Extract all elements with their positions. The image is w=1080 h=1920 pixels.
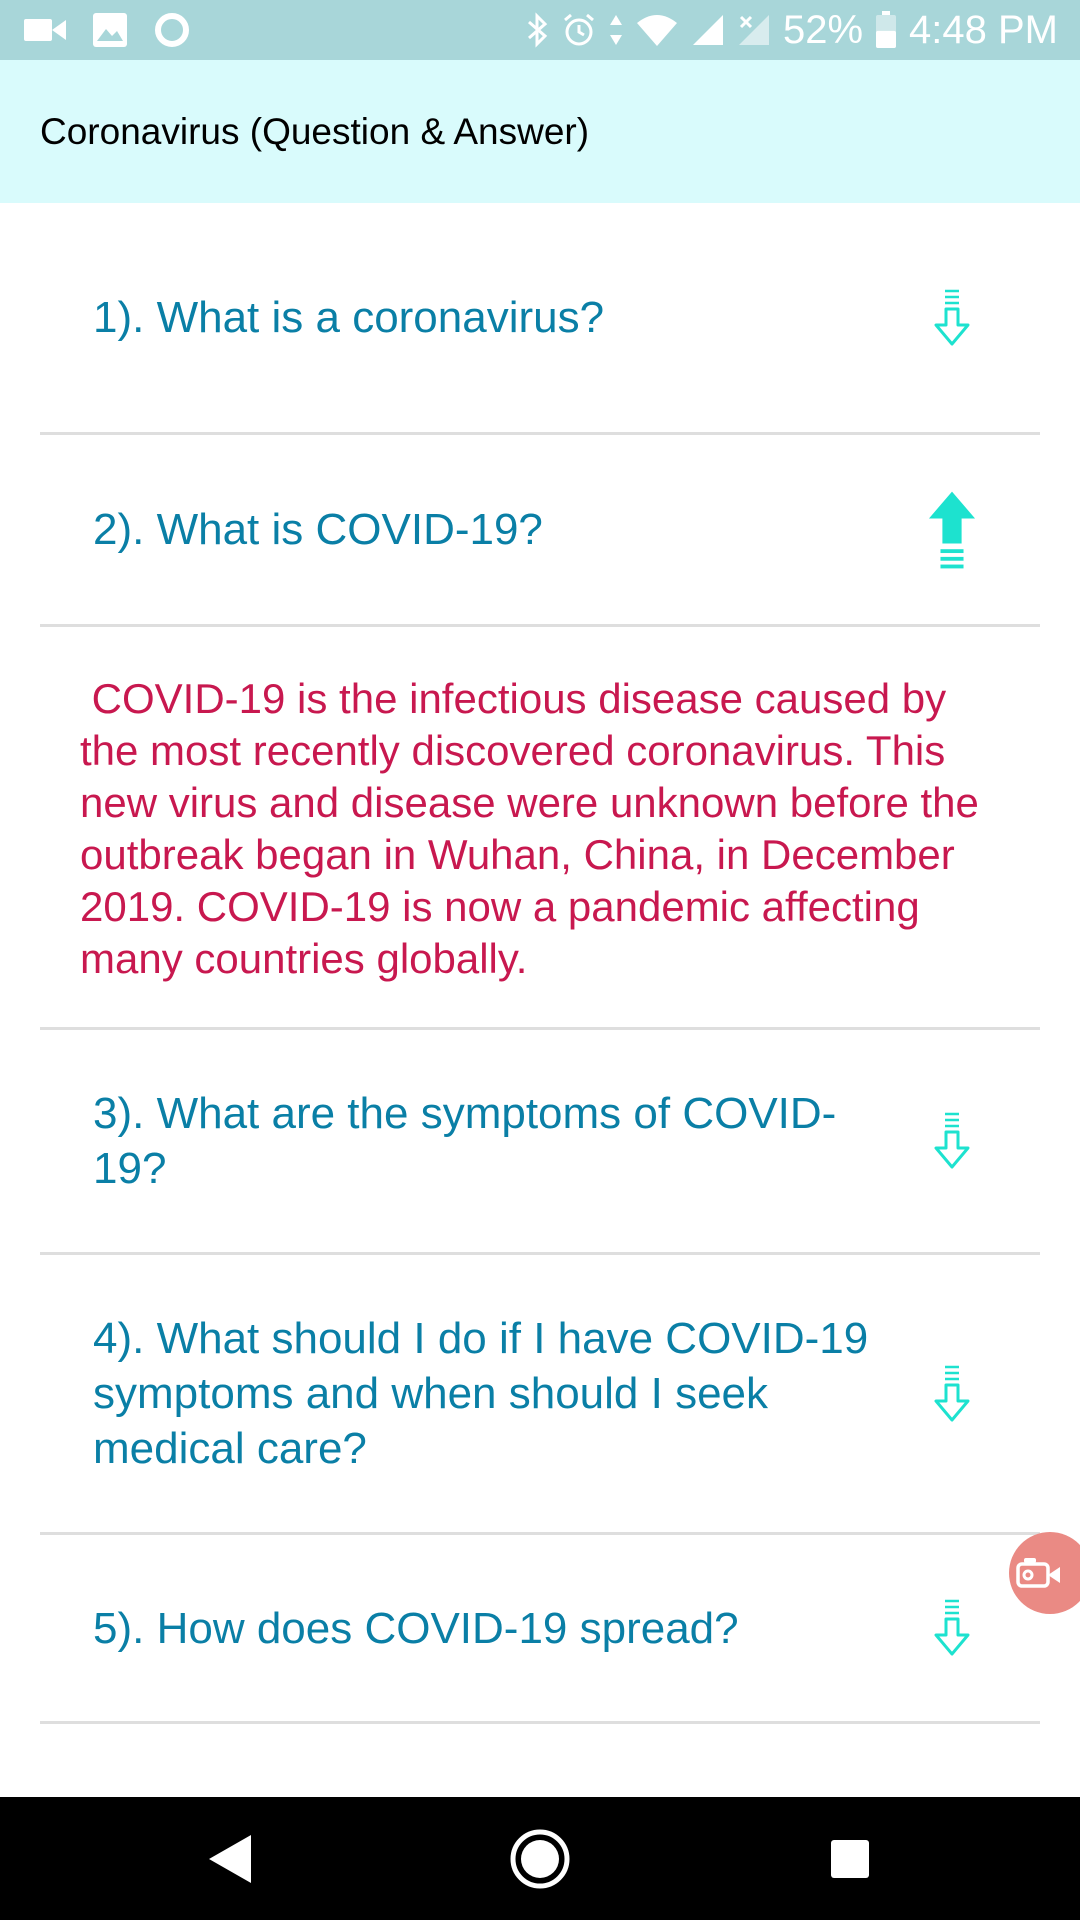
back-button[interactable]	[190, 1797, 270, 1920]
arrow-down-outline-icon[interactable]	[928, 1585, 976, 1671]
clock: 4:48 PM	[909, 8, 1058, 52]
faq-answer-2: COVID-19 is the infectious disease cause…	[80, 675, 991, 982]
faq-question-text: 4). What should I do if I have COVID-19 …	[93, 1314, 869, 1473]
app-bar: Coronavirus (Question & Answer)	[0, 60, 1080, 203]
faq-list: 1). What is a coronavirus? 2). What is C…	[0, 203, 1080, 1724]
faq-item-4: 4). What should I do if I have COVID-19 …	[40, 1255, 1040, 1535]
recents-icon	[831, 1839, 869, 1878]
faq-question-3[interactable]: 3). What are the symptoms of COVID-19?	[40, 1030, 1040, 1252]
faq-question-text: 3). What are the symptoms of COVID-19?	[93, 1089, 837, 1193]
faq-question-text: 5). How does COVID-19 spread?	[93, 1603, 739, 1653]
faq-item-2: 2). What is COVID-19? COVID-19 is the in…	[40, 435, 1040, 1030]
signal-no-sim-icon	[738, 15, 769, 45]
status-bar-left	[24, 0, 190, 60]
home-icon	[510, 1829, 570, 1888]
recents-button[interactable]	[810, 1797, 890, 1920]
navigation-bar	[0, 1797, 1080, 1920]
status-bar: 52% 4:48 PM	[0, 0, 1080, 60]
circle-ring-icon	[155, 13, 189, 47]
battery-percent: 52%	[782, 8, 864, 52]
wifi-icon	[636, 15, 677, 46]
faq-question-4[interactable]: 4). What should I do if I have COVID-19 …	[40, 1255, 1040, 1532]
video-camera-icon	[1016, 1558, 1060, 1588]
faq-question-text: 2). What is COVID-19?	[93, 505, 543, 554]
battery-icon	[876, 11, 897, 48]
home-button[interactable]	[500, 1797, 580, 1920]
image-icon	[93, 13, 127, 47]
arrow-down-outline-icon[interactable]	[928, 1351, 976, 1437]
faq-question-1[interactable]: 1). What is a coronavirus?	[40, 203, 1040, 432]
video-camera-icon	[24, 19, 66, 41]
data-arrows-icon	[609, 15, 622, 45]
arrow-up-filled-icon[interactable]	[928, 487, 976, 573]
faq-question-5[interactable]: 5). How does COVID-19 spread?	[40, 1535, 1040, 1721]
alarm-icon	[564, 13, 594, 46]
app-title: Coronavirus (Question & Answer)	[40, 111, 590, 152]
faq-question-2[interactable]: 2). What is COVID-19?	[40, 435, 1040, 624]
signal-icon	[692, 15, 723, 45]
arrow-down-outline-icon[interactable]	[928, 1098, 976, 1184]
bluetooth-icon	[527, 12, 548, 48]
faq-question-text: 1). What is a coronavirus?	[93, 293, 605, 342]
arrow-down-outline-icon[interactable]	[928, 275, 976, 361]
faq-item-3: 3). What are the symptoms of COVID-19?	[40, 1030, 1040, 1255]
status-bar-right: 52% 4:48 PM	[527, 0, 1058, 60]
faq-item-1: 1). What is a coronavirus?	[40, 203, 1040, 435]
back-icon	[209, 1834, 251, 1883]
faq-item-5: 5). How does COVID-19 spread?	[40, 1535, 1040, 1724]
